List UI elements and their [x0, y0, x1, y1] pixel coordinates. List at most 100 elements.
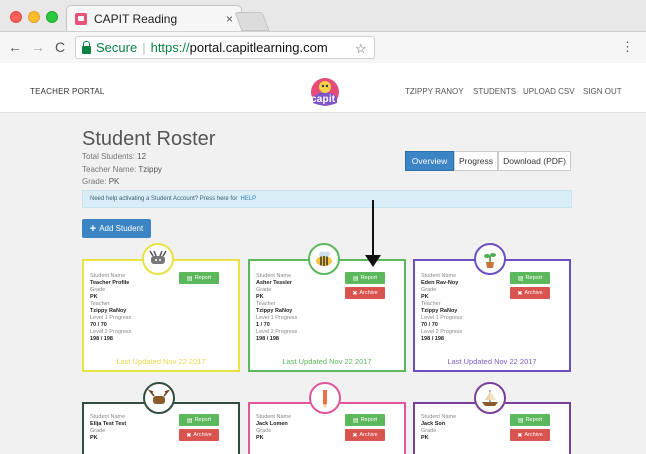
archive-label: Archive: [524, 290, 543, 296]
plant-icon: [474, 243, 506, 275]
help-banner: Need help activating a Student Account? …: [82, 190, 572, 208]
reload-icon[interactable]: C: [55, 40, 65, 54]
archive-button[interactable]: ✖ Archive: [345, 429, 385, 441]
level2-label: Level 2 Progress: [421, 329, 463, 335]
student-name: Asher Tessler: [256, 280, 292, 286]
nav-students-link[interactable]: STUDENTS: [473, 87, 516, 96]
maximize-window-button[interactable]: [46, 11, 58, 23]
report-button[interactable]: ▤ Report: [179, 414, 219, 426]
tab-title: CAPIT Reading: [94, 11, 178, 26]
close-window-button[interactable]: [10, 11, 22, 23]
bookmark-star-icon[interactable]: ☆: [355, 41, 367, 57]
secure-label: Secure: [96, 40, 138, 55]
ship-icon: [474, 382, 506, 414]
tab-close-icon[interactable]: ×: [226, 12, 233, 26]
archive-label: Archive: [359, 290, 378, 296]
grade-label: Grade: [90, 428, 106, 434]
level1-label: Level 1 Progress: [256, 315, 298, 321]
report-label: Report: [194, 417, 212, 423]
total-students-label: Total Students:: [82, 152, 135, 161]
student-name-label: Student Name: [256, 273, 292, 279]
browser-chrome: CAPIT Reading × ← → C Secure | https:// …: [0, 0, 646, 63]
help-link[interactable]: HELP: [240, 196, 256, 202]
teacher-name: Teacher Name: Tzippy: [82, 165, 162, 174]
address-bar[interactable]: Secure | https:// portal.capitlearning.c…: [75, 36, 375, 59]
nav-sign-out-link[interactable]: SIGN OUT: [583, 87, 622, 96]
report-button[interactable]: ▤ Report: [345, 272, 385, 284]
grade-value: PK: [256, 435, 264, 441]
last-updated: Last Updated Nov 22 2017: [282, 357, 372, 366]
close-icon: ✖: [517, 290, 523, 297]
tab-overview[interactable]: Overview: [405, 151, 454, 171]
archive-button[interactable]: ✖ Archive: [179, 429, 219, 441]
url-host: portal.capitlearning.com: [189, 40, 328, 55]
teacher-value: Tzippy RaNoy: [90, 308, 127, 314]
student-card: Student Name Asher Tessler Grade PK Teac…: [248, 259, 406, 372]
site-header: TEACHER PORTAL capit TZIPPY RANOY STUDEN…: [0, 63, 646, 113]
teacher-name-label: Teacher Name:: [82, 165, 137, 174]
archive-button[interactable]: ✖ Archive: [345, 287, 385, 299]
address-separator: |: [142, 40, 146, 55]
student-name: Teacher Profile: [90, 280, 130, 286]
tab-download-pdf[interactable]: Download (PDF): [498, 151, 571, 171]
grade-value: PK: [90, 294, 98, 300]
level2-label: Level 2 Progress: [256, 329, 298, 335]
teacher-value: Tzippy RaNoy: [421, 308, 458, 314]
forward-arrow-icon[interactable]: →: [31, 40, 45, 54]
level1-label: Level 1 Progress: [421, 315, 463, 321]
close-icon: ✖: [517, 432, 523, 439]
add-student-button[interactable]: + Add Student: [82, 219, 151, 238]
report-icon: ▤: [186, 417, 193, 424]
teacher-label: Teacher: [256, 301, 276, 307]
student-name: Jack Lomen: [256, 421, 288, 427]
bee-icon: [308, 243, 340, 275]
report-icon: ▤: [517, 275, 524, 282]
student-name-label: Student Name: [90, 273, 126, 279]
back-arrow-icon[interactable]: ←: [8, 40, 22, 54]
browser-tab[interactable]: CAPIT Reading ×: [66, 5, 242, 31]
report-button[interactable]: ▤ Report: [179, 272, 219, 284]
nav-upload-csv-link[interactable]: UPLOAD CSV: [523, 87, 575, 96]
report-button[interactable]: ▤ Report: [510, 272, 550, 284]
student-name-label: Student Name: [256, 414, 292, 420]
level2-label: Level 2 Progress: [90, 329, 132, 335]
student-card: Student Name Teacher Profile Grade PK Te…: [82, 259, 240, 372]
archive-button[interactable]: ✖ Archive: [510, 287, 550, 299]
lock-icon: [82, 40, 91, 54]
nav-profile-link[interactable]: TZIPPY RANOY: [405, 87, 464, 96]
archive-button[interactable]: ✖ Archive: [510, 429, 550, 441]
student-name-label: Student Name: [421, 273, 457, 279]
report-label: Report: [194, 275, 212, 281]
level2-value: 198 / 198: [256, 336, 279, 342]
student-card: Student Name Eden Rav-Noy Grade PK Teach…: [413, 259, 571, 372]
grade-label: Grade: [256, 428, 272, 434]
report-button[interactable]: ▤ Report: [510, 414, 550, 426]
close-icon: ✖: [352, 290, 358, 297]
archive-label: Archive: [524, 432, 543, 438]
total-students-value: 12: [137, 152, 147, 161]
page: TEACHER PORTAL capit TZIPPY RANOY STUDEN…: [0, 63, 646, 454]
page-title: Student Roster: [82, 128, 216, 150]
minimize-window-button[interactable]: [28, 11, 40, 23]
close-icon: ✖: [352, 432, 358, 439]
moose-icon: [142, 243, 174, 275]
capit-favicon-icon: [75, 12, 87, 25]
last-updated: Last Updated Nov 22 2017: [447, 357, 537, 366]
archive-label: Archive: [359, 432, 378, 438]
teacher-label: Teacher: [421, 301, 441, 307]
level2-value: 198 / 198: [90, 336, 113, 342]
tab-progress[interactable]: Progress: [454, 151, 498, 171]
plus-icon: +: [89, 222, 97, 235]
browser-menu-icon[interactable]: ⋮: [621, 40, 634, 54]
browser-toolbar: ← → C Secure | https:// portal.capitlear…: [0, 31, 646, 63]
pencil-icon: [309, 382, 341, 414]
report-label: Report: [525, 275, 543, 281]
add-student-label: Add Student: [99, 224, 144, 233]
report-button[interactable]: ▤ Report: [345, 414, 385, 426]
new-tab-button[interactable]: [234, 12, 270, 31]
teacher-label: Teacher: [90, 301, 110, 307]
grade-value: PK: [90, 435, 98, 441]
student-name: Elija Test Test: [90, 421, 127, 427]
logo-text: capit: [311, 94, 336, 105]
student-name: Eden Rav-Noy: [421, 280, 459, 286]
